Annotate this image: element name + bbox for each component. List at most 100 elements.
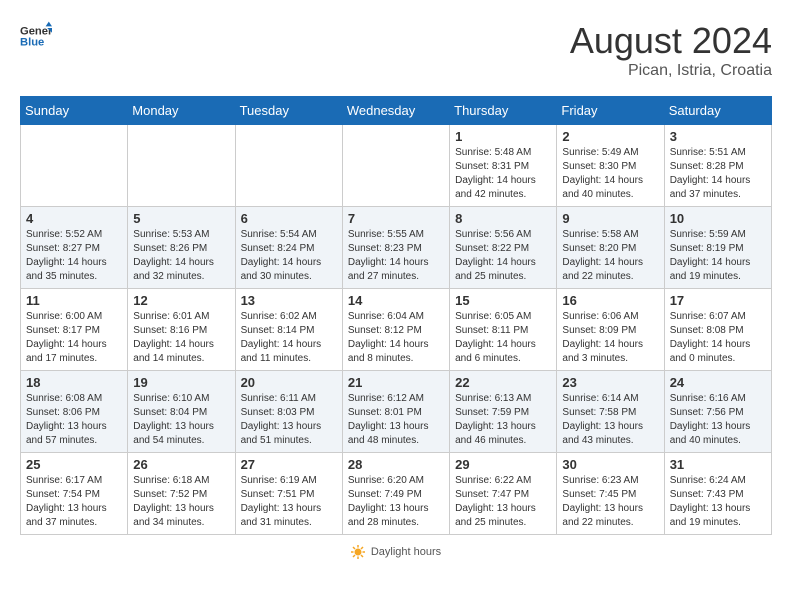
calendar-cell: 3 Sunrise: 5:51 AM Sunset: 8:28 PM Daylig… — [664, 125, 771, 207]
calendar-cell: 31 Sunrise: 6:24 AM Sunset: 7:43 PM Dayli… — [664, 453, 771, 535]
calendar-cell: 21 Sunrise: 6:12 AM Sunset: 8:01 PM Dayli… — [342, 371, 449, 453]
calendar-cell: 7Sunrise: 5:55 AM Sunset: 8:23 PM Daylig… — [342, 207, 449, 289]
day-number: 29 — [455, 457, 551, 472]
day-info: Sunrise: 6:00 AM Sunset: 8:17 PM Dayligh… — [26, 310, 122, 366]
day-info: Sunrise: 6:02 AM Sunset: 8:14 PM Dayligh… — [241, 310, 337, 366]
calendar-cell: 20 Sunrise: 6:11 AM Sunset: 8:03 PM Dayli… — [235, 371, 342, 453]
calendar-cell: 27Sunrise: 6:19 AM Sunset: 7:51 PM Dayli… — [235, 453, 342, 535]
day-number: 2 — [562, 129, 658, 144]
calendar-cell: 8Sunrise: 5:56 AM Sunset: 8:22 PM Daylig… — [450, 207, 557, 289]
day-number: 11 — [26, 293, 122, 308]
day-info: Sunrise: 6:14 AM Sunset: 7:58 PM Dayligh… — [562, 392, 658, 448]
footer-label: Daylight hours — [371, 546, 441, 558]
calendar-cell: 6 Sunrise: 5:54 AM Sunset: 8:24 PM Daylig… — [235, 207, 342, 289]
location: Pican, Istria, Croatia — [570, 62, 772, 80]
footer-bar: Daylight hours — [351, 545, 441, 559]
logo-icon: General Blue — [20, 20, 52, 52]
logo: General Blue General Blue — [20, 20, 52, 52]
calendar-cell: 12 Sunrise: 6:01 AM Sunset: 8:16 PM Dayli… — [128, 289, 235, 371]
column-header-friday: Friday — [557, 97, 664, 125]
week-row-1: 1Sunrise: 5:48 AM Sunset: 8:31 PM Daylig… — [21, 125, 772, 207]
day-number: 19 — [133, 375, 229, 390]
day-number: 18 — [26, 375, 122, 390]
day-number: 24 — [670, 375, 766, 390]
calendar-cell: 9 Sunrise: 5:58 AM Sunset: 8:20 PM Daylig… — [557, 207, 664, 289]
day-info: Sunrise: 5:59 AM Sunset: 8:19 PM Dayligh… — [670, 228, 766, 284]
day-info: Sunrise: 6:12 AM Sunset: 8:01 PM Dayligh… — [348, 392, 444, 448]
day-number: 5 — [133, 211, 229, 226]
day-info: Sunrise: 5:52 AM Sunset: 8:27 PM Dayligh… — [26, 228, 122, 284]
calendar-cell — [235, 125, 342, 207]
page-header: General Blue General Blue August 2024 Pi… — [20, 20, 772, 80]
day-info: Sunrise: 6:06 AM Sunset: 8:09 PM Dayligh… — [562, 310, 658, 366]
day-number: 17 — [670, 293, 766, 308]
day-number: 30 — [562, 457, 658, 472]
calendar-cell: 2Sunrise: 5:49 AM Sunset: 8:30 PM Daylig… — [557, 125, 664, 207]
day-info: Sunrise: 5:51 AM Sunset: 8:28 PM Dayligh… — [670, 146, 766, 202]
calendar-cell: 5 Sunrise: 5:53 AM Sunset: 8:26 PM Daylig… — [128, 207, 235, 289]
column-header-monday: Monday — [128, 97, 235, 125]
calendar-cell: 17Sunrise: 6:07 AM Sunset: 8:08 PM Dayli… — [664, 289, 771, 371]
column-header-sunday: Sunday — [21, 97, 128, 125]
day-number: 25 — [26, 457, 122, 472]
calendar-table: SundayMondayTuesdayWednesdayThursdayFrid… — [20, 96, 772, 535]
day-info: Sunrise: 6:04 AM Sunset: 8:12 PM Dayligh… — [348, 310, 444, 366]
calendar-cell: 13 Sunrise: 6:02 AM Sunset: 8:14 PM Dayli… — [235, 289, 342, 371]
day-info: Sunrise: 5:58 AM Sunset: 8:20 PM Dayligh… — [562, 228, 658, 284]
day-info: Sunrise: 6:05 AM Sunset: 8:11 PM Dayligh… — [455, 310, 551, 366]
week-row-2: 4Sunrise: 5:52 AM Sunset: 8:27 PM Daylig… — [21, 207, 772, 289]
day-number: 6 — [241, 211, 337, 226]
day-info: Sunrise: 6:01 AM Sunset: 8:16 PM Dayligh… — [133, 310, 229, 366]
calendar-cell: 14 Sunrise: 6:04 AM Sunset: 8:12 PM Dayli… — [342, 289, 449, 371]
calendar-cell — [21, 125, 128, 207]
calendar-cell: 18 Sunrise: 6:08 AM Sunset: 8:06 PM Dayli… — [21, 371, 128, 453]
day-number: 20 — [241, 375, 337, 390]
title-block: August 2024 Pican, Istria, Croatia — [570, 20, 772, 80]
day-number: 21 — [348, 375, 444, 390]
day-info: Sunrise: 6:18 AM Sunset: 7:52 PM Dayligh… — [133, 474, 229, 530]
day-number: 10 — [670, 211, 766, 226]
week-row-4: 18 Sunrise: 6:08 AM Sunset: 8:06 PM Dayli… — [21, 371, 772, 453]
calendar-cell: 26 Sunrise: 6:18 AM Sunset: 7:52 PM Dayli… — [128, 453, 235, 535]
day-number: 23 — [562, 375, 658, 390]
week-row-5: 25Sunrise: 6:17 AM Sunset: 7:54 PM Dayli… — [21, 453, 772, 535]
day-info: Sunrise: 6:16 AM Sunset: 7:56 PM Dayligh… — [670, 392, 766, 448]
day-info: Sunrise: 5:53 AM Sunset: 8:26 PM Dayligh… — [133, 228, 229, 284]
day-info: Sunrise: 5:54 AM Sunset: 8:24 PM Dayligh… — [241, 228, 337, 284]
calendar-cell: 4Sunrise: 5:52 AM Sunset: 8:27 PM Daylig… — [21, 207, 128, 289]
calendar-cell: 30 Sunrise: 6:23 AM Sunset: 7:45 PM Dayli… — [557, 453, 664, 535]
day-number: 28 — [348, 457, 444, 472]
day-number: 22 — [455, 375, 551, 390]
calendar-cell: 25Sunrise: 6:17 AM Sunset: 7:54 PM Dayli… — [21, 453, 128, 535]
day-info: Sunrise: 6:08 AM Sunset: 8:06 PM Dayligh… — [26, 392, 122, 448]
footer: Daylight hours — [20, 545, 772, 562]
calendar-cell: 29 Sunrise: 6:22 AM Sunset: 7:47 PM Dayli… — [450, 453, 557, 535]
day-info: Sunrise: 6:11 AM Sunset: 8:03 PM Dayligh… — [241, 392, 337, 448]
column-header-wednesday: Wednesday — [342, 97, 449, 125]
day-number: 14 — [348, 293, 444, 308]
day-number: 9 — [562, 211, 658, 226]
calendar-cell: 19Sunrise: 6:10 AM Sunset: 8:04 PM Dayli… — [128, 371, 235, 453]
day-number: 15 — [455, 293, 551, 308]
svg-text:Blue: Blue — [20, 37, 44, 49]
day-info: Sunrise: 6:23 AM Sunset: 7:45 PM Dayligh… — [562, 474, 658, 530]
day-number: 27 — [241, 457, 337, 472]
day-info: Sunrise: 6:20 AM Sunset: 7:49 PM Dayligh… — [348, 474, 444, 530]
day-info: Sunrise: 6:22 AM Sunset: 7:47 PM Dayligh… — [455, 474, 551, 530]
sun-icon — [351, 545, 365, 559]
header-row: SundayMondayTuesdayWednesdayThursdayFrid… — [21, 97, 772, 125]
day-number: 13 — [241, 293, 337, 308]
day-number: 12 — [133, 293, 229, 308]
day-info: Sunrise: 5:56 AM Sunset: 8:22 PM Dayligh… — [455, 228, 551, 284]
svg-text:General: General — [20, 25, 52, 37]
day-info: Sunrise: 5:55 AM Sunset: 8:23 PM Dayligh… — [348, 228, 444, 284]
day-number: 31 — [670, 457, 766, 472]
week-row-3: 11 Sunrise: 6:00 AM Sunset: 8:17 PM Dayli… — [21, 289, 772, 371]
column-header-thursday: Thursday — [450, 97, 557, 125]
day-number: 3 — [670, 129, 766, 144]
calendar-cell: 1Sunrise: 5:48 AM Sunset: 8:31 PM Daylig… — [450, 125, 557, 207]
day-number: 26 — [133, 457, 229, 472]
calendar-cell: 15 Sunrise: 6:05 AM Sunset: 8:11 PM Dayli… — [450, 289, 557, 371]
calendar-cell — [128, 125, 235, 207]
day-info: Sunrise: 6:24 AM Sunset: 7:43 PM Dayligh… — [670, 474, 766, 530]
